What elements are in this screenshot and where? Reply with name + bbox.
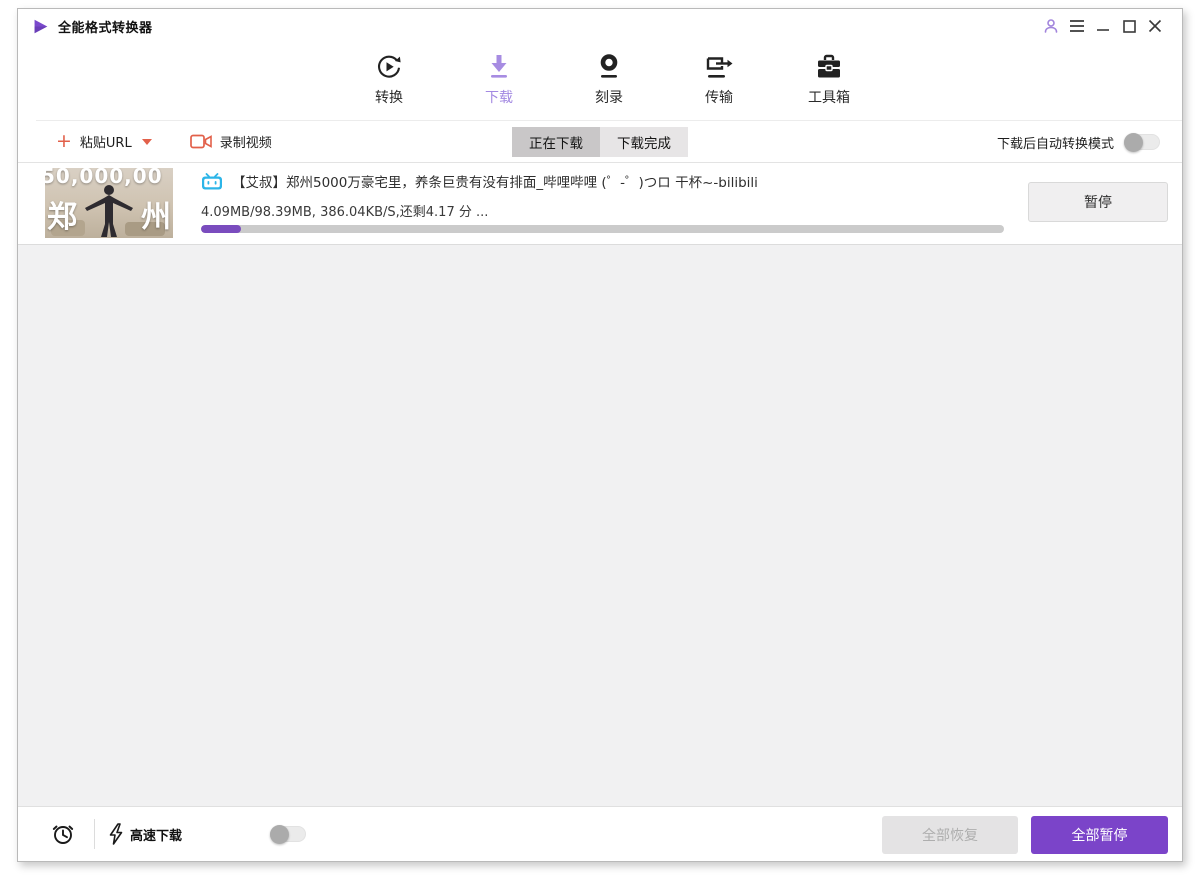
transfer-icon [705, 51, 733, 81]
progress-fill [201, 225, 242, 233]
chevron-down-icon [141, 138, 152, 145]
schedule-button[interactable] [46, 822, 80, 846]
toolbar: + 粘贴URL 录制视频 正在下载 下载完成 下载后自动转换模式 [18, 121, 1182, 163]
pause-all-button[interactable]: 全部暂停 [1031, 815, 1168, 854]
convert-icon [375, 51, 403, 81]
bilibili-icon [202, 172, 222, 189]
download-list-area [18, 245, 1182, 806]
thumbnail-overlay-left: 郑 [47, 200, 77, 235]
toolbar-left: + 粘贴URL 录制视频 [18, 132, 272, 152]
user-icon [1044, 19, 1058, 33]
close-button[interactable] [1142, 14, 1168, 38]
tab-toolbox-label: 工具箱 [808, 90, 850, 106]
maximize-button[interactable] [1116, 14, 1142, 38]
plus-icon: + [56, 130, 72, 152]
tab-toolbox[interactable]: 工具箱 [797, 51, 861, 121]
download-row: 50,000,00 郑 州 【艾叔】郑州5000万豪宅里，养条巨贵有没有排面_哔… [18, 163, 1182, 245]
toolbar-right: 下载后自动转换模式 [997, 121, 1160, 163]
tab-transfer-label: 传输 [705, 90, 733, 106]
thumbnail-overlay-text: 50,000,00 [45, 168, 163, 188]
download-title: 【艾叔】郑州5000万豪宅里，养条巨贵有没有排面_哔哩哔哩 (゜-゜)つロ 干杯… [232, 175, 758, 191]
alarm-clock-icon [52, 825, 74, 844]
title-bar: 全能格式转换器 [18, 9, 1182, 43]
tab-burn[interactable]: 刻录 [577, 51, 641, 121]
toggle-knob [270, 825, 290, 844]
close-icon [1148, 19, 1162, 33]
tab-convert-label: 转换 [375, 90, 403, 106]
tab-download-label: 下载 [485, 90, 513, 106]
paste-url-button[interactable]: + 粘贴URL [56, 132, 152, 151]
account-button[interactable] [1038, 14, 1064, 38]
main-nav: 转换 下载 刻录 传输 工具箱 [36, 43, 1182, 130]
tab-burn-label: 刻录 [595, 90, 623, 106]
minimize-button[interactable] [1090, 14, 1116, 38]
menu-button[interactable] [1064, 14, 1090, 38]
burn-icon [596, 51, 622, 81]
pause-button[interactable]: 暂停 [1028, 182, 1168, 222]
progress-bar [201, 225, 1004, 233]
camera-icon [189, 134, 212, 149]
high-speed-label: 高速下载 [130, 828, 183, 844]
record-video-label: 录制视频 [219, 136, 272, 151]
footer-bar: 高速下载 全部恢复 全部暂停 [18, 806, 1182, 861]
resume-all-button[interactable]: 全部恢复 [882, 815, 1018, 854]
auto-convert-toggle[interactable] [1124, 133, 1160, 152]
maximize-icon [1122, 19, 1136, 33]
lightning-icon [109, 823, 123, 845]
app-window: 全能格式转换器 转换 下载 刻录 传输 工具箱 + 粘贴URL 录制视频 正在下… [17, 8, 1183, 862]
tab-convert[interactable]: 转换 [357, 51, 421, 121]
high-speed-group: 高速下载 [109, 823, 182, 845]
download-icon [486, 51, 512, 81]
footer-left: 高速下载 [18, 819, 307, 849]
app-logo-icon [34, 19, 48, 33]
toolbox-icon [815, 51, 843, 81]
tab-download-complete[interactable]: 下载完成 [600, 127, 688, 157]
toggle-knob [1124, 133, 1143, 152]
record-video-button[interactable]: 录制视频 [189, 132, 272, 151]
tab-downloading[interactable]: 正在下载 [512, 127, 600, 157]
thumbnail-overlay-right: 州 [141, 200, 171, 235]
download-title-line: 【艾叔】郑州5000万豪宅里，养条巨贵有没有排面_哔哩哔哩 (゜-゜)つロ 干杯… [201, 171, 802, 191]
tab-download[interactable]: 下载 [446, 51, 552, 130]
hamburger-icon [1070, 20, 1084, 32]
paste-url-label: 粘贴URL [79, 136, 132, 151]
video-thumbnail: 50,000,00 郑 州 [45, 168, 173, 238]
high-speed-toggle[interactable] [270, 825, 307, 844]
download-info: 【艾叔】郑州5000万豪宅里，养条巨贵有没有排面_哔哩哔哩 (゜-゜)つロ 干杯… [201, 171, 802, 220]
footer-divider [94, 819, 95, 849]
minimize-icon [1097, 29, 1109, 31]
footer-right: 全部恢复 全部暂停 [882, 807, 1168, 861]
download-state-tabs: 正在下载 下载完成 [512, 127, 688, 157]
download-stats: 4.09MB/98.39MB, 386.04KB/S,还剩4.17 分 ... [201, 205, 489, 220]
app-title: 全能格式转换器 [58, 20, 153, 36]
auto-convert-label: 下载后自动转换模式 [996, 136, 1114, 152]
tab-transfer[interactable]: 传输 [687, 51, 751, 121]
